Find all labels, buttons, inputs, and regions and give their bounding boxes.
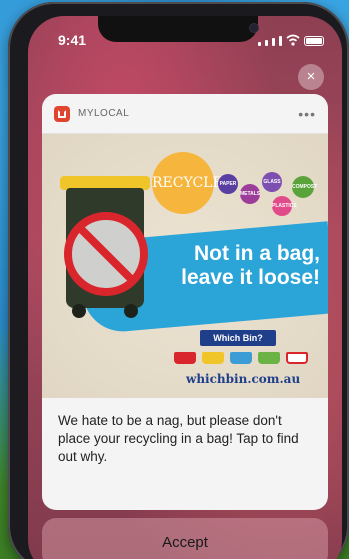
lock-screen: 9:41 × MYLOCAL ••• RECYCLE PAPER METALS … (28, 16, 342, 559)
green-bin-icon (258, 352, 280, 364)
signal-icon (279, 36, 282, 46)
plastics-badge: PLASTICS (272, 196, 297, 216)
app-icon (54, 105, 70, 122)
blue-bin-icon (230, 352, 252, 364)
notification-message: We hate to be a nag, but please don't pl… (58, 413, 299, 464)
notification-card[interactable]: MYLOCAL ••• RECYCLE PAPER METALS GLASS P… (42, 94, 328, 510)
metals-badge: METALS (240, 184, 260, 204)
signal-icon (258, 42, 261, 46)
which-bin-label: Which Bin? (200, 330, 276, 346)
more-options-icon[interactable]: ••• (298, 106, 316, 122)
bin-wheel (72, 304, 86, 318)
recycle-badge: RECYCLE (152, 152, 223, 214)
notification-header: MYLOCAL ••• (42, 94, 328, 134)
app-name: MYLOCAL (78, 108, 130, 119)
poster-headline: Not in a bag, leave it loose! (181, 242, 320, 289)
phone-frame: 9:41 × MYLOCAL ••• RECYCLE PAPER METALS … (8, 2, 349, 559)
signal-icon (265, 40, 268, 46)
glass-badge: GLASS (262, 172, 282, 192)
notch (98, 16, 258, 42)
status-icons (258, 34, 324, 46)
bin-wheel (124, 304, 138, 318)
accept-button[interactable]: Accept (42, 518, 328, 559)
signal-icon (272, 38, 275, 46)
camera-icon (250, 24, 258, 32)
status-time: 9:41 (58, 32, 87, 48)
notification-image: RECYCLE PAPER METALS GLASS PLASTICS COMP… (42, 134, 328, 398)
yellow-bin-icon (202, 352, 224, 364)
red-bin-icon (174, 352, 196, 364)
wifi-icon (286, 34, 300, 46)
house-icon (58, 109, 66, 118)
paper-badge: PAPER (218, 174, 238, 194)
close-button[interactable]: × (298, 64, 324, 90)
poster-website: whichbin.com.au (186, 372, 301, 386)
battery-icon (304, 36, 324, 46)
bin-icons-row (174, 352, 308, 364)
no-bag-icon (286, 352, 308, 364)
compost-badge: COMPOST (292, 176, 317, 198)
